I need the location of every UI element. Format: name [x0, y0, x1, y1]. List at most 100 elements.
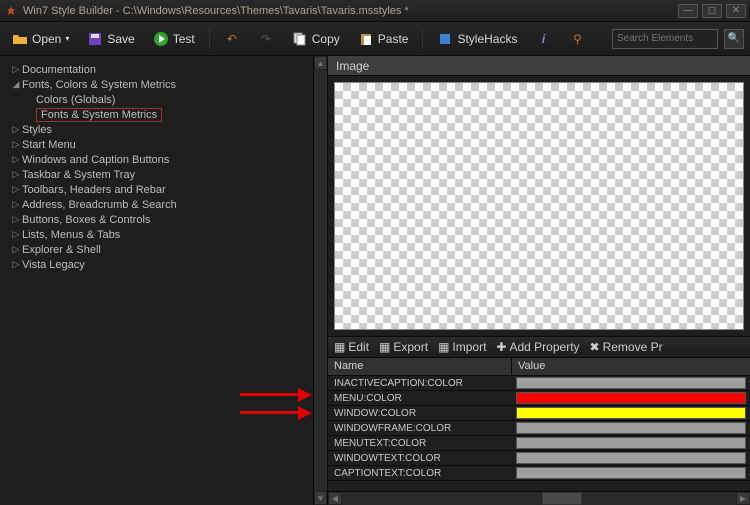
scroll-right-button[interactable]: ▶	[736, 492, 750, 505]
window-root: Win7 Style Builder - C:\Windows\Resource…	[0, 0, 750, 505]
tree-item-label: Vista Legacy	[22, 259, 85, 271]
export-button[interactable]: ▦Export	[379, 340, 428, 354]
scroll-up-button[interactable]: ▲	[314, 56, 327, 70]
property-row[interactable]: MENU:COLOR	[328, 391, 750, 406]
tree-item-label: Explorer & Shell	[22, 244, 101, 256]
tree-item[interactable]: ▷Lists, Menus & Tabs	[0, 227, 327, 242]
tree-item[interactable]: ▷Taskbar & System Tray	[0, 167, 327, 182]
column-value-header[interactable]: Value	[512, 358, 750, 375]
body-split: ▷Documentation◢Fonts, Colors & System Me…	[0, 56, 750, 505]
tree-item[interactable]: ▷Explorer & Shell	[0, 242, 327, 257]
stylehacks-button[interactable]: StyleHacks	[431, 28, 523, 50]
property-row[interactable]: MENUTEXT:COLOR	[328, 436, 750, 451]
property-color-swatch[interactable]	[516, 467, 746, 479]
tree-item[interactable]: Colors (Globals)	[0, 92, 327, 107]
paste-icon	[358, 31, 374, 47]
tree-item[interactable]: Fonts & System Metrics	[0, 107, 327, 122]
tree-item[interactable]: ▷Vista Legacy	[0, 257, 327, 272]
expand-arrow-icon[interactable]: ▷	[10, 124, 22, 135]
tree-item[interactable]: ▷Buttons, Boxes & Controls	[0, 212, 327, 227]
test-label: Test	[173, 32, 195, 46]
tree-item-label: Styles	[22, 124, 52, 136]
paste-button[interactable]: Paste	[352, 28, 415, 50]
tree-item-label: Taskbar & System Tray	[22, 169, 135, 181]
property-grid-hscroll[interactable]: ◀ ▶	[328, 491, 750, 505]
plus-icon: ✚	[496, 340, 506, 354]
import-label: Import	[452, 340, 486, 354]
remove-property-label: Remove Pr	[603, 340, 663, 354]
undo-button[interactable]: ↶	[218, 28, 246, 50]
property-color-swatch[interactable]	[516, 392, 746, 404]
redo-button[interactable]: ↷	[252, 28, 280, 50]
minimize-button[interactable]: —	[678, 4, 698, 18]
property-row[interactable]: INACTIVECAPTION:COLOR	[328, 376, 750, 391]
property-row[interactable]: CAPTIONTEXT:COLOR	[328, 466, 750, 481]
scroll-left-button[interactable]: ◀	[328, 492, 342, 505]
property-color-swatch[interactable]	[516, 452, 746, 464]
property-row[interactable]: WINDOWTEXT:COLOR	[328, 451, 750, 466]
expand-arrow-icon[interactable]: ▷	[10, 64, 22, 75]
tree-item[interactable]: ◢Fonts, Colors & System Metrics	[0, 77, 327, 92]
expand-arrow-icon[interactable]: ◢	[10, 79, 22, 90]
property-name: WINDOWTEXT:COLOR	[328, 453, 512, 464]
stylehacks-label: StyleHacks	[457, 32, 517, 46]
edit-button[interactable]: ▦Edit	[334, 340, 369, 354]
export-label: Export	[393, 340, 428, 354]
tree-item[interactable]: ▷Address, Breadcrumb & Search	[0, 197, 327, 212]
edit-label: Edit	[348, 340, 369, 354]
expand-arrow-icon[interactable]: ▷	[10, 139, 22, 150]
save-button[interactable]: Save	[81, 28, 140, 50]
property-color-swatch[interactable]	[516, 437, 746, 449]
magnifier-icon: 🔍	[728, 33, 740, 44]
expand-arrow-icon[interactable]: ▷	[10, 184, 22, 195]
toolbar-separator	[209, 29, 210, 49]
remove-icon: ✖	[590, 340, 600, 354]
tree-scrollbar[interactable]: ▲ ▼	[313, 56, 327, 505]
close-button[interactable]: ✕	[726, 4, 746, 18]
paste-label: Paste	[378, 32, 409, 46]
tree-item[interactable]: ▷Styles	[0, 122, 327, 137]
navigation-tree[interactable]: ▷Documentation◢Fonts, Colors & System Me…	[0, 56, 327, 272]
expand-arrow-icon[interactable]: ▷	[10, 214, 22, 225]
info-icon: i	[535, 31, 551, 47]
add-property-button[interactable]: ✚Add Property	[496, 340, 579, 354]
remove-property-button[interactable]: ✖Remove Pr	[590, 340, 663, 354]
property-name: MENU:COLOR	[328, 393, 512, 404]
copy-button[interactable]: Copy	[286, 28, 346, 50]
tree-item-label: Documentation	[22, 64, 96, 76]
info-button[interactable]: i	[529, 28, 557, 50]
property-row[interactable]: WINDOWFRAME:COLOR	[328, 421, 750, 436]
expand-arrow-icon[interactable]: ▷	[10, 199, 22, 210]
property-grid-body: INACTIVECAPTION:COLOR MENU:COLOR WINDOW:CO…	[328, 376, 750, 491]
property-color-swatch[interactable]	[516, 422, 746, 434]
image-panel-header: Image	[328, 56, 750, 76]
tree-item-label: Toolbars, Headers and Rebar	[22, 184, 166, 196]
expand-arrow-icon[interactable]: ▷	[10, 169, 22, 180]
property-toolbar: ▦Edit ▦Export ▦Import ✚Add Property ✖Rem…	[328, 336, 750, 358]
test-button[interactable]: Test	[147, 28, 201, 50]
wand-button[interactable]: ⚲	[563, 28, 591, 50]
open-button[interactable]: Open ▾	[6, 28, 75, 50]
column-name-header[interactable]: Name	[328, 358, 512, 375]
play-icon	[153, 31, 169, 47]
maximize-button[interactable]: ◻	[702, 4, 722, 18]
expand-arrow-icon[interactable]: ▷	[10, 154, 22, 165]
tree-item[interactable]: ▷Documentation	[0, 62, 327, 77]
tree-item[interactable]: ▷Windows and Caption Buttons	[0, 152, 327, 167]
expand-arrow-icon[interactable]: ▷	[10, 229, 22, 240]
property-color-swatch[interactable]	[516, 407, 746, 419]
expand-arrow-icon[interactable]: ▷	[10, 244, 22, 255]
search-go-button[interactable]: 🔍	[724, 29, 744, 49]
property-grid-header: Name Value	[328, 358, 750, 376]
app-icon	[4, 4, 18, 18]
expand-arrow-icon[interactable]: ▷	[10, 259, 22, 270]
tree-item-label: Lists, Menus & Tabs	[22, 229, 120, 241]
property-row[interactable]: WINDOW:COLOR	[328, 406, 750, 421]
hscroll-thumb[interactable]	[542, 492, 582, 505]
search-input[interactable]	[612, 29, 718, 49]
import-button[interactable]: ▦Import	[438, 340, 486, 354]
tree-item[interactable]: ▷Start Menu	[0, 137, 327, 152]
tree-item[interactable]: ▷Toolbars, Headers and Rebar	[0, 182, 327, 197]
property-color-swatch[interactable]	[516, 377, 746, 389]
scroll-down-button[interactable]: ▼	[314, 491, 327, 505]
